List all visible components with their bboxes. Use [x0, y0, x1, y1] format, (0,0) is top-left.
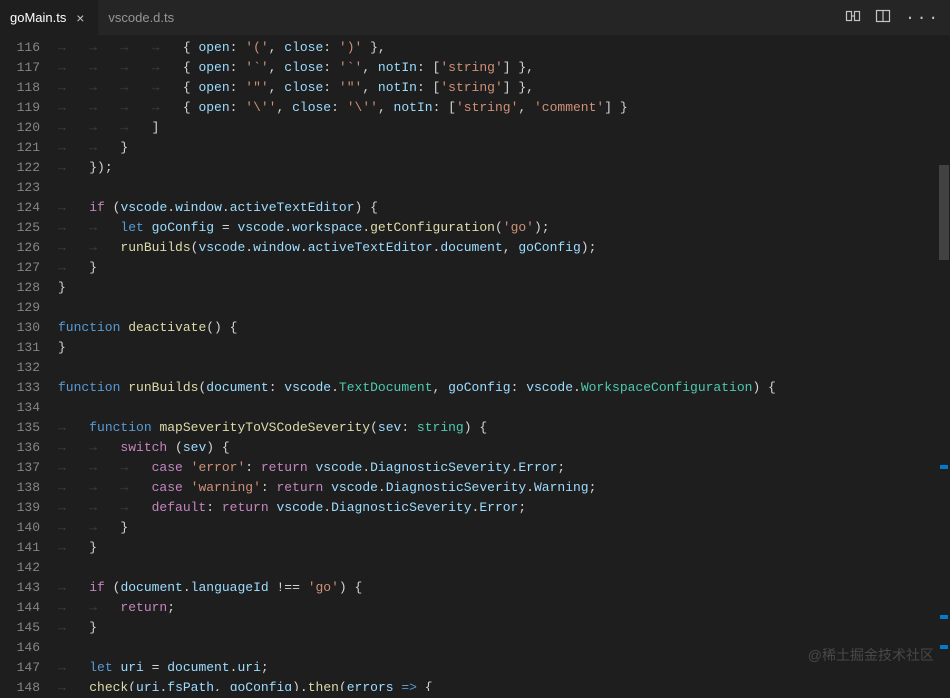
- line-number: 116: [0, 38, 40, 58]
- line-number: 119: [0, 98, 40, 118]
- line-number: 133: [0, 378, 40, 398]
- code-line[interactable]: → → → ]: [58, 118, 890, 138]
- line-number: 127: [0, 258, 40, 278]
- code-line[interactable]: → → runBuilds(vscode.window.activeTextEd…: [58, 238, 890, 258]
- line-number: 142: [0, 558, 40, 578]
- line-number: 148: [0, 678, 40, 698]
- line-number: 123: [0, 178, 40, 198]
- line-number: 145: [0, 618, 40, 638]
- editor-area: 1161171181191201211221231241251261271281…: [0, 35, 950, 691]
- code-line[interactable]: [58, 178, 890, 198]
- code-line[interactable]: → → }: [58, 138, 890, 158]
- line-number: 144: [0, 598, 40, 618]
- line-number-gutter: 1161171181191201211221231241251261271281…: [0, 35, 58, 691]
- overview-ruler-marker: [940, 465, 948, 469]
- line-number: 141: [0, 538, 40, 558]
- code-line[interactable]: → → switch (sev) {: [58, 438, 890, 458]
- tab-vscode-dts[interactable]: vscode.d.ts ×: [98, 0, 206, 35]
- line-number: 118: [0, 78, 40, 98]
- line-number: 147: [0, 658, 40, 678]
- code-line[interactable]: → check(uri.fsPath, goConfig).then(error…: [58, 678, 890, 691]
- line-number: 128: [0, 278, 40, 298]
- code-content[interactable]: → → → → { open: '(', close: ')' },→ → → …: [58, 35, 890, 691]
- line-number: 122: [0, 158, 40, 178]
- code-line[interactable]: → → let goConfig = vscode.workspace.getC…: [58, 218, 890, 238]
- line-number: 132: [0, 358, 40, 378]
- code-line[interactable]: → → → default: return vscode.DiagnosticS…: [58, 498, 890, 518]
- line-number: 120: [0, 118, 40, 138]
- code-line[interactable]: function runBuilds(document: vscode.Text…: [58, 378, 890, 398]
- editor-actions: ···: [845, 0, 950, 35]
- line-number: 143: [0, 578, 40, 598]
- more-actions-icon[interactable]: ···: [905, 9, 940, 27]
- code-line[interactable]: }: [58, 278, 890, 298]
- code-line[interactable]: → → → → { open: '"', close: '"', notIn: …: [58, 78, 890, 98]
- line-number: 125: [0, 218, 40, 238]
- code-line[interactable]: → function mapSeverityToVSCodeSeverity(s…: [58, 418, 890, 438]
- code-line[interactable]: → if (vscode.window.activeTextEditor) {: [58, 198, 890, 218]
- line-number: 129: [0, 298, 40, 318]
- code-line[interactable]: [58, 358, 890, 378]
- tab-gomain[interactable]: goMain.ts ×: [0, 0, 98, 35]
- line-number: 138: [0, 478, 40, 498]
- line-number: 137: [0, 458, 40, 478]
- tab-label: goMain.ts: [10, 10, 66, 25]
- code-line[interactable]: → → → → { open: '\'', close: '\'', notIn…: [58, 98, 890, 118]
- line-number: 134: [0, 398, 40, 418]
- code-line[interactable]: → }: [58, 618, 890, 638]
- close-icon[interactable]: ×: [72, 10, 88, 26]
- code-line[interactable]: → → → case 'warning': return vscode.Diag…: [58, 478, 890, 498]
- code-line[interactable]: }: [58, 338, 890, 358]
- line-number: 130: [0, 318, 40, 338]
- line-number: 131: [0, 338, 40, 358]
- code-line[interactable]: [58, 398, 890, 418]
- code-line[interactable]: → }: [58, 538, 890, 558]
- line-number: 121: [0, 138, 40, 158]
- compare-changes-icon[interactable]: [845, 8, 861, 28]
- line-number: 146: [0, 638, 40, 658]
- code-line[interactable]: → → → → { open: '(', close: ')' },: [58, 38, 890, 58]
- line-number: 126: [0, 238, 40, 258]
- split-editor-icon[interactable]: [875, 8, 891, 28]
- code-line[interactable]: → let uri = document.uri;: [58, 658, 890, 678]
- overview-ruler-marker: [940, 645, 948, 649]
- code-line[interactable]: → if (document.languageId !== 'go') {: [58, 578, 890, 598]
- line-number: 117: [0, 58, 40, 78]
- code-line[interactable]: → → → case 'error': return vscode.Diagno…: [58, 458, 890, 478]
- code-line[interactable]: → → }: [58, 518, 890, 538]
- line-number: 136: [0, 438, 40, 458]
- code-line[interactable]: → → return;: [58, 598, 890, 618]
- code-line[interactable]: [58, 298, 890, 318]
- code-line[interactable]: [58, 558, 890, 578]
- scrollbar-thumb[interactable]: [939, 165, 949, 260]
- vertical-scrollbar[interactable]: [936, 35, 950, 691]
- code-line[interactable]: → → → → { open: '`', close: '`', notIn: …: [58, 58, 890, 78]
- line-number: 124: [0, 198, 40, 218]
- overview-ruler-marker: [940, 615, 948, 619]
- line-number: 140: [0, 518, 40, 538]
- code-line[interactable]: → }: [58, 258, 890, 278]
- tab-bar: goMain.ts × vscode.d.ts × ···: [0, 0, 950, 35]
- code-line[interactable]: [58, 638, 890, 658]
- code-line[interactable]: function deactivate() {: [58, 318, 890, 338]
- line-number: 135: [0, 418, 40, 438]
- tab-label: vscode.d.ts: [108, 10, 174, 25]
- line-number: 139: [0, 498, 40, 518]
- code-line[interactable]: → });: [58, 158, 890, 178]
